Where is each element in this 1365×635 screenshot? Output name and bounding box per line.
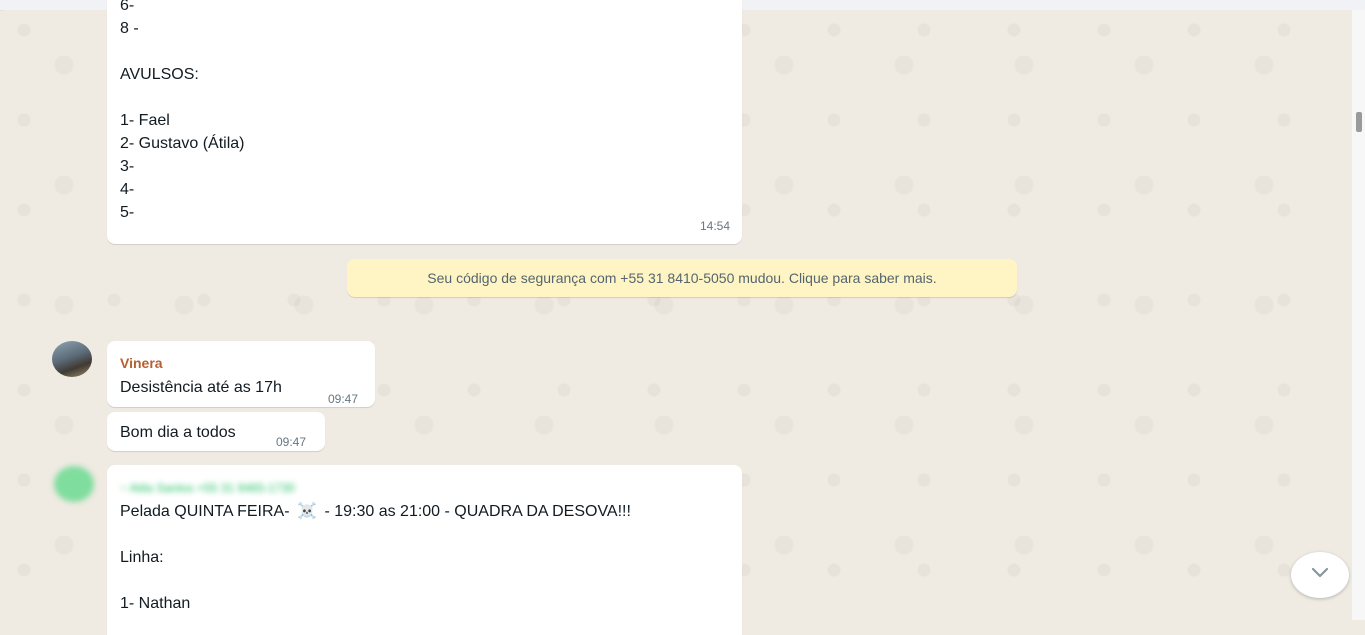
scroll-to-bottom-button[interactable]	[1291, 552, 1349, 598]
scrollbar[interactable]	[1352, 10, 1365, 620]
message-line: 5-	[120, 204, 135, 221]
sender-name[interactable]: Vinera	[120, 352, 163, 375]
message-line-start: Pelada QUINTA FEIRA-	[120, 503, 290, 520]
message-bubble-vinera[interactable]: Vinera Desistência até as 17h 09:47	[107, 341, 375, 407]
avatar-vinera[interactable]	[52, 341, 92, 377]
message-time: 09:47	[276, 435, 307, 449]
message-text: 6- 8 - AVULSOS: 1- Fael 2- Gustavo (Átil…	[120, 0, 244, 224]
message-line	[120, 523, 631, 546]
security-code-notice[interactable]: Seu código de segurança com +55 31 8410-…	[347, 259, 1017, 297]
message-text: Pelada QUINTA FEIRA- ☠️ - 19:30 as 21:00…	[120, 500, 631, 615]
message-text: Bom dia a todos	[120, 424, 236, 441]
message-time: 14:54	[699, 219, 730, 233]
message-line: 1- Nathan	[120, 595, 191, 612]
skull-crossbones-icon: ☠️	[297, 503, 317, 520]
message-line-end: - 19:30 as 21:00 - QUADRA DA DESOVA!!!	[324, 503, 631, 520]
message-line	[120, 569, 631, 592]
message-line: 3-	[120, 158, 135, 175]
message-bubble-pelada[interactable]: ~ Atila Santos +55 31 9465-1730 Pelada Q…	[107, 465, 742, 635]
message-bubble-good-morning[interactable]: Bom dia a todos 09:47	[107, 412, 325, 451]
message-line	[120, 40, 244, 63]
message-line: 4-	[120, 181, 135, 198]
message-line: 8 -	[120, 20, 139, 37]
chevron-down-icon	[1311, 566, 1329, 584]
message-line: AVULSOS:	[120, 66, 199, 83]
message-line: Pelada QUINTA FEIRA- ☠️ - 19:30 as 21:00…	[120, 500, 631, 523]
message-line	[120, 86, 244, 109]
message-line: 6-	[120, 0, 135, 14]
message-line: 2- Gustavo (Átila)	[120, 135, 245, 152]
sender-name-obscured[interactable]: ~ Atila Santos +55 31 9465-1730	[120, 477, 295, 500]
message-text: Desistência até as 17h	[120, 379, 282, 396]
message-time: 09:47	[328, 392, 359, 406]
message-line: 1- Fael	[120, 112, 170, 129]
avatar-obscured[interactable]	[54, 466, 94, 502]
message-bubble-roster[interactable]: 6- 8 - AVULSOS: 1- Fael 2- Gustavo (Átil…	[107, 0, 742, 244]
message-line: Linha:	[120, 549, 164, 566]
scrollbar-thumb[interactable]	[1356, 112, 1362, 132]
